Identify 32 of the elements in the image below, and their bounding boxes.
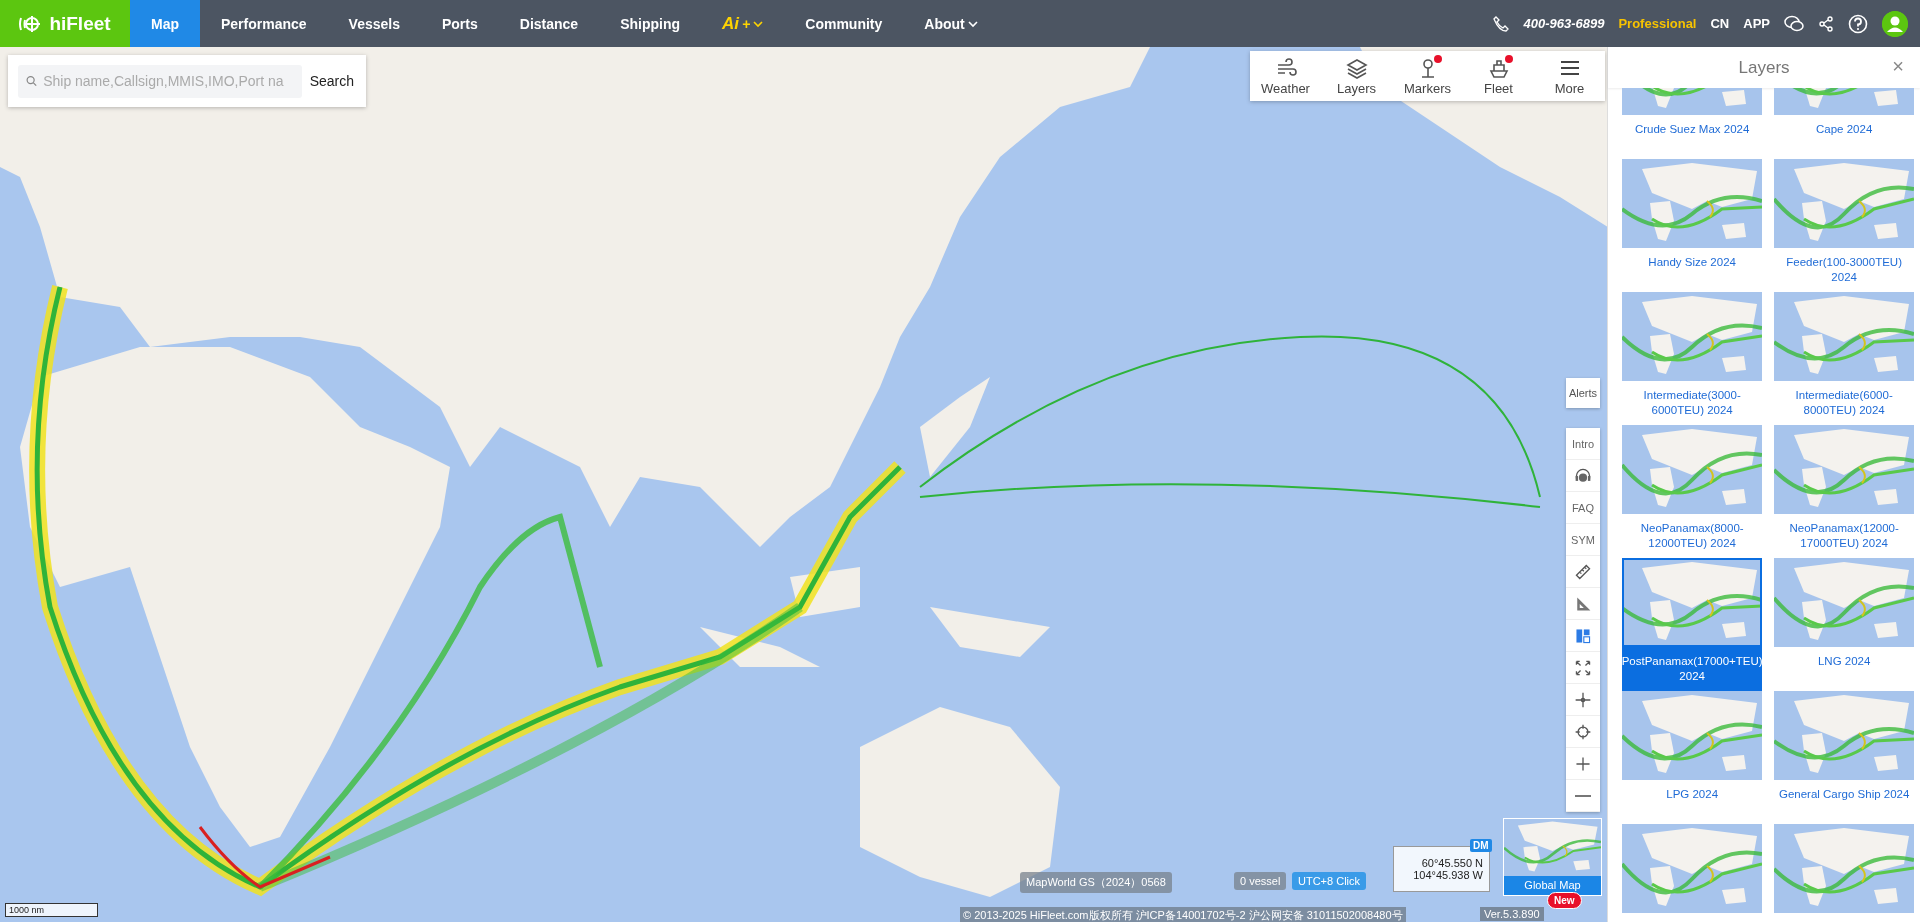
nav-tab[interactable]: Vessels: [327, 0, 421, 47]
help-icon[interactable]: [1848, 13, 1868, 34]
layer-label[interactable]: Cape 2024: [1774, 115, 1915, 159]
layer-label[interactable]: Intermediate(6000-8000TEU) 2024: [1774, 381, 1915, 425]
avatar-icon[interactable]: [1882, 10, 1908, 37]
layer-label[interactable]: Feeder(100-3000TEU) 2024: [1774, 248, 1915, 292]
phone-number: 400-963-6899: [1523, 16, 1605, 31]
nav-tab[interactable]: Map: [130, 0, 200, 47]
nav-tab[interactable]: Performance: [200, 0, 328, 47]
brand-name: hiFleet: [49, 12, 111, 35]
header-link[interactable]: APP: [1743, 16, 1770, 31]
nav-tab[interactable]: Distance: [498, 0, 600, 47]
nav-tab[interactable]: Shipping: [599, 0, 702, 47]
nav-tab[interactable]: Ports: [421, 0, 499, 47]
nav-tab[interactable]: Community: [784, 0, 904, 47]
panel-title: Layers: [1738, 57, 1790, 78]
close-button[interactable]: ×: [1888, 55, 1908, 78]
plan-link[interactable]: Professional: [1618, 16, 1697, 31]
nav-tab[interactable]: About: [903, 0, 999, 47]
layer-label[interactable]: NeoPanamax(12000-17000TEU) 2024: [1774, 514, 1915, 558]
layer-label[interactable]: NeoPanamax(8000-12000TEU) 2024: [1622, 514, 1763, 558]
header-link[interactable]: CN: [1710, 16, 1730, 31]
chat-icon[interactable]: [1784, 14, 1804, 33]
layer-label[interactable]: Crude Suez Max 2024: [1622, 115, 1763, 159]
layer-label[interactable]: Handy Size 2024: [1622, 248, 1763, 292]
share-icon[interactable]: [1818, 15, 1834, 32]
layer-label[interactable]: LNG 2024: [1774, 647, 1915, 691]
layer-label[interactable]: General Cargo Ship 2024: [1774, 780, 1915, 824]
layer-label[interactable]: PostPanamax(17000+TEU) 2024: [1622, 647, 1763, 691]
layer-label[interactable]: Intermediate(3000-6000TEU) 2024: [1622, 381, 1763, 425]
layer-label[interactable]: LPG 2024: [1622, 780, 1763, 824]
phone-icon: [1493, 15, 1510, 32]
